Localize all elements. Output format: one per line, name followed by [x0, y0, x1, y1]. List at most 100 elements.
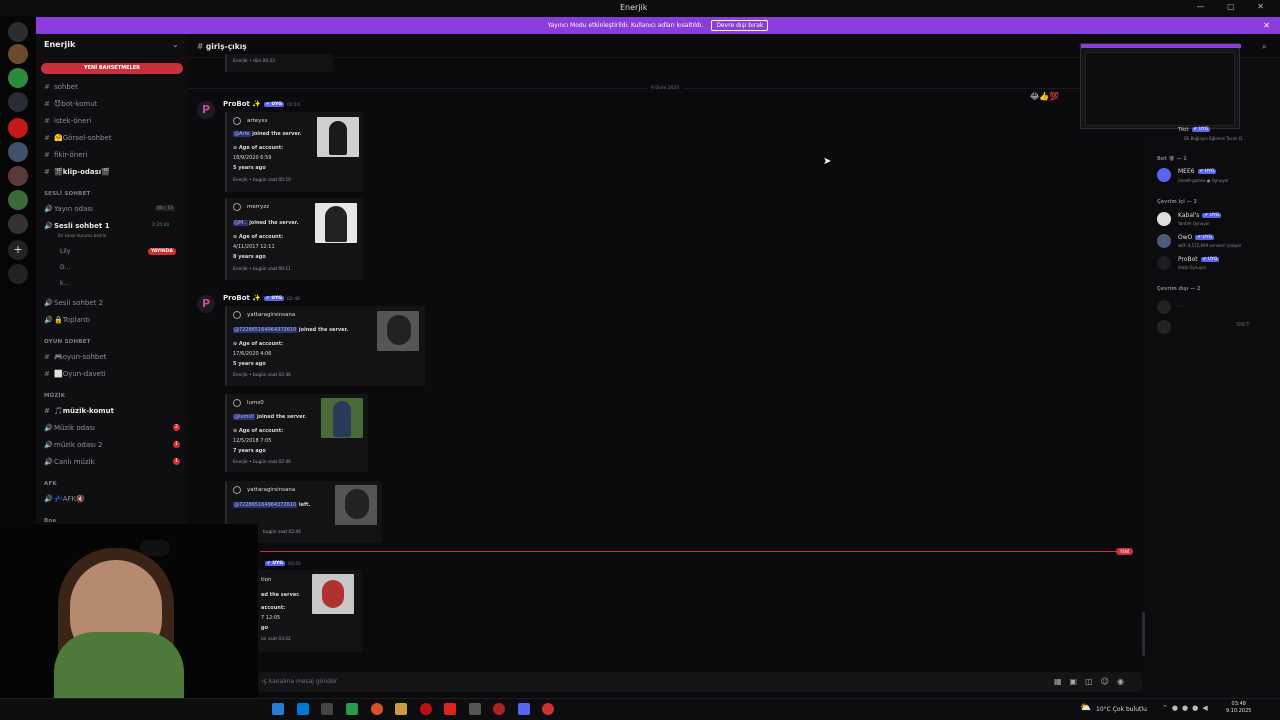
window-title: Enerjik [620, 3, 648, 12]
explore-icon[interactable] [8, 264, 28, 284]
server-icon[interactable] [8, 190, 28, 210]
age-label: account: [261, 605, 286, 611]
channel-item[interactable]: # 🎮oyun-sohbet [44, 353, 106, 361]
avatar[interactable] [1157, 300, 1171, 314]
channel-item[interactable]: # 😈bot-komut [44, 100, 97, 108]
taskbar-app-icon[interactable] [518, 703, 530, 715]
avatar[interactable] [1157, 320, 1171, 334]
taskbar-app-icon[interactable] [469, 703, 481, 715]
user-thumbnail[interactable] [321, 398, 363, 438]
server-icon[interactable] [8, 118, 28, 138]
channel-item[interactable]: # sohbet [44, 83, 78, 91]
account-age: go [261, 625, 269, 631]
taskbar-app-icon[interactable] [297, 703, 309, 715]
voice-channel-item[interactable]: 🔊Sesli sohbet 2 [44, 299, 103, 307]
channel-status[interactable]: Bir kanal durumu belirle [58, 233, 106, 238]
channel-item[interactable]: # 🎵müzik-komut [44, 407, 114, 415]
user-mention[interactable]: @722865164964372610 [233, 502, 298, 508]
user-thumbnail[interactable] [377, 311, 419, 351]
message-author[interactable]: ProBot ✨ ✔ UYG 02:46 [223, 294, 300, 302]
disable-streamer-mode-button[interactable]: Devre dışı bırak [711, 20, 769, 31]
discord-home-icon[interactable] [8, 22, 28, 42]
user-mention[interactable]: @M.. [233, 220, 248, 226]
weather-text[interactable]: 10°C Çok bulutlu [1096, 706, 1147, 713]
member-name[interactable]: OwO ✔ UYG [1178, 234, 1215, 241]
user-thumbnail[interactable] [335, 485, 377, 525]
clock[interactable]: 03:48 9.10.2025 [1226, 701, 1251, 715]
taskbar-app-icon[interactable] [395, 703, 407, 715]
user-thumbnail[interactable] [315, 203, 357, 243]
message-reactions[interactable]: 😂👍💯 [1030, 92, 1059, 101]
server-icon[interactable] [8, 166, 28, 186]
member-activity: /help Oynuyor [1178, 265, 1207, 270]
member-name[interactable]: ProBot ✔ UYG [1178, 256, 1220, 263]
embed-card: lums0 @lums0 joined the server. ⊙ Age of… [225, 394, 368, 472]
channel-item[interactable]: # 🤗Görsel-sohbet [44, 134, 112, 142]
account-age: 5 years ago [233, 361, 266, 367]
voice-channel-item[interactable]: 🔊Canlı müzik [44, 458, 95, 466]
user-thumbnail[interactable] [312, 574, 354, 614]
user-mention[interactable]: @Arte [233, 131, 251, 137]
taskbar-app-icon[interactable] [346, 703, 358, 715]
category-music[interactable]: MÜZİK [44, 393, 65, 399]
avatar[interactable] [1157, 212, 1171, 226]
server-icon[interactable] [8, 44, 28, 64]
taskbar-app-icon[interactable] [542, 703, 554, 715]
voice-channel-item[interactable]: 🔊Sesli sohbet 1 [44, 222, 110, 230]
user-mention[interactable]: @722865164964372610 [233, 327, 298, 333]
avatar[interactable] [1157, 234, 1171, 248]
voice-channel-item[interactable]: 🔊Yayın odası [44, 205, 93, 213]
taskbar-app-icon[interactable] [444, 703, 456, 715]
window-controls[interactable]: — ▢ ✕ [1197, 2, 1274, 11]
voice-channel-item[interactable]: 🔊Müzik odası [44, 424, 95, 432]
server-icon[interactable] [8, 142, 28, 162]
voice-user[interactable]: Lily [60, 248, 70, 255]
taskbar-app-icon[interactable] [493, 703, 505, 715]
taskbar-app-icon[interactable] [420, 703, 432, 715]
channel-item[interactable]: # 🎬klip-odası🎬 [44, 168, 110, 176]
member-name[interactable]: MEE6 ✔ UYG [1178, 168, 1217, 175]
voice-channel-item[interactable]: 🔊💤AFK🔇 [44, 495, 85, 503]
avatar[interactable] [1157, 168, 1171, 182]
taskbar-app-icon[interactable] [371, 703, 383, 715]
taskbar-app-icon[interactable] [321, 703, 333, 715]
category-games[interactable]: OYUN SOHBET [44, 339, 91, 345]
server-icon[interactable] [8, 68, 28, 88]
user-mention[interactable]: @lums0 [233, 414, 256, 420]
add-server-icon[interactable]: + [8, 240, 28, 260]
webcam-shirt [54, 632, 184, 704]
channel-item[interactable]: # istek-öneri [44, 117, 91, 125]
chevron-down-icon[interactable]: ⌄ [172, 40, 179, 49]
close-icon[interactable]: ✕ [1263, 21, 1270, 30]
taskbar-app-icon[interactable] [272, 703, 284, 715]
server-name[interactable]: Enerjik [44, 40, 75, 49]
avatar[interactable] [1157, 256, 1171, 270]
user-thumbnail[interactable] [317, 117, 359, 157]
embed-username: arteyxs [247, 118, 268, 124]
voice-channel-item[interactable]: 🔊🔒Toplantı [44, 316, 90, 324]
weather-icon: ⛅ [1080, 703, 1092, 713]
avatar[interactable]: P [197, 101, 215, 119]
voice-user[interactable]: k... [60, 280, 69, 287]
member-name[interactable]: Kabal's ✔ UYG [1178, 212, 1222, 219]
voice-channel-item[interactable]: 🔊müzik odası 2 [44, 441, 102, 449]
search-icon[interactable]: ⌕ [1262, 42, 1266, 52]
embed-footer: Enerjik • dün 04:23 [233, 59, 275, 64]
category-voice[interactable]: SESLİ SOHBET [44, 191, 91, 197]
scrollbar-thumb[interactable] [1142, 612, 1145, 656]
channel-item[interactable]: # fikir-öneri [44, 151, 87, 159]
member-name[interactable]: ... [1178, 302, 1184, 309]
message-author[interactable]: ProBot ✨ ✔ UYG 00:10 [223, 100, 300, 108]
new-mentions-pill[interactable]: YENİ BAHSETMELER [41, 63, 183, 74]
member-name[interactable]: Tikit ✔ UYG [1178, 127, 1211, 133]
category-afk[interactable]: AFK [44, 481, 57, 487]
message-composer[interactable]: ış kanalına mesaj gönder ▦▣◫☺◉ [258, 672, 1142, 692]
server-icon[interactable] [8, 214, 28, 234]
message-author[interactable]: ✔ UYG 03:42 [262, 559, 301, 567]
tray-icons[interactable]: ⌃●●●◀ [1162, 704, 1212, 712]
channel-item[interactable]: # ⬜Oyun-daveti [44, 370, 106, 378]
voice-user[interactable]: D... [60, 264, 70, 271]
avatar[interactable]: P [197, 295, 215, 313]
composer-actions[interactable]: ▦▣◫☺◉ [1054, 677, 1132, 686]
server-icon[interactable] [8, 92, 28, 112]
